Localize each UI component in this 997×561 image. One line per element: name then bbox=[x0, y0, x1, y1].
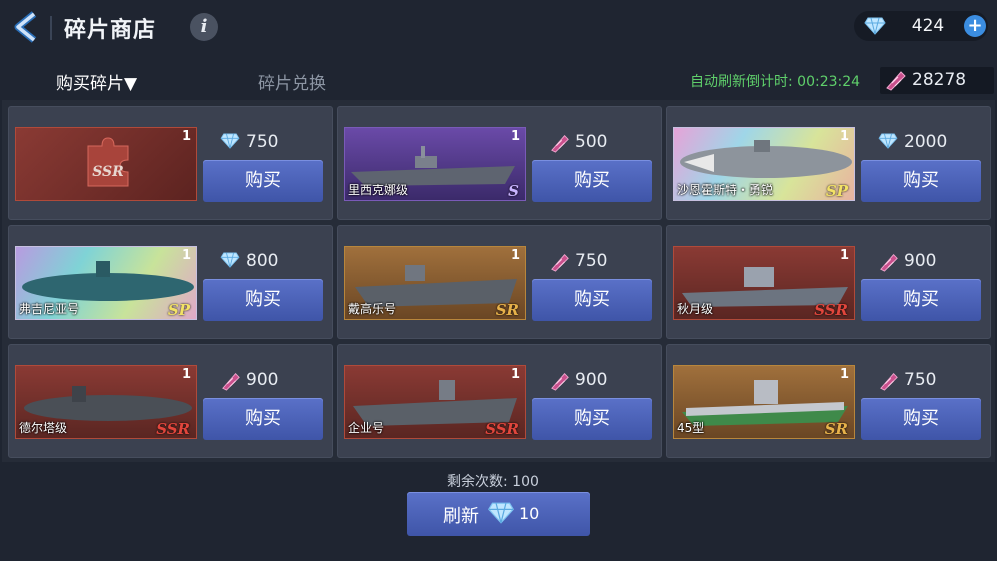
back-button[interactable] bbox=[10, 10, 44, 44]
add-diamond-button[interactable]: + bbox=[964, 15, 986, 37]
item-price: 750 bbox=[575, 251, 608, 271]
rank-badge: SR bbox=[495, 301, 519, 319]
remaining-refreshes: 剩余次数: 100 bbox=[447, 474, 539, 490]
item-thumbnail: 1 秋月级 SSR bbox=[673, 246, 855, 320]
fragment-icon bbox=[886, 71, 906, 91]
item-name: 德尔塔级 bbox=[19, 421, 68, 435]
diamond-balance: 424 + bbox=[854, 11, 988, 41]
refresh-countdown: 自动刷新倒计时: 00:23:24 bbox=[690, 74, 861, 90]
rank-badge: SP bbox=[167, 301, 190, 319]
fragment-icon bbox=[551, 373, 569, 391]
diamond-icon bbox=[220, 133, 240, 149]
rank-badge: SR bbox=[824, 420, 848, 438]
item-thumbnail: 1 弗吉尼亚号 SP bbox=[15, 246, 197, 320]
rank-badge: SSR bbox=[156, 420, 190, 438]
rank-badge: SSR bbox=[485, 420, 519, 438]
rank-badge: SP bbox=[825, 182, 848, 200]
item-thumbnail: 1 戴高乐号 SR bbox=[344, 246, 526, 320]
item-name: 秋月级 bbox=[677, 302, 714, 316]
fragment-icon bbox=[880, 373, 898, 391]
shop-item-card: 1 德尔塔级 SSR 900 购买 bbox=[8, 344, 333, 458]
buy-button[interactable]: 购买 bbox=[861, 160, 981, 202]
fragment-icon bbox=[222, 373, 240, 391]
refresh-cost: 10 bbox=[519, 504, 540, 523]
buy-button[interactable]: 购买 bbox=[532, 398, 652, 440]
shop-item-card: 1 弗吉尼亚号 SP 800 购买 bbox=[8, 225, 333, 339]
item-count: 1 bbox=[839, 129, 849, 144]
item-name: 里西克娜级 bbox=[348, 183, 409, 197]
buy-button[interactable]: 购买 bbox=[861, 398, 981, 440]
item-price: 750 bbox=[246, 132, 279, 152]
item-count: 1 bbox=[510, 367, 520, 382]
item-name: 企业号 bbox=[348, 421, 385, 435]
shop-item-card: 1 沙恩霍斯特・勇锐 SP 2000 购买 bbox=[666, 106, 991, 220]
item-count: 1 bbox=[839, 367, 849, 382]
refresh-button[interactable]: 刷新 10 bbox=[407, 492, 590, 536]
item-count: 1 bbox=[181, 367, 191, 382]
tab-exchange-fragments[interactable]: 碎片兑换 bbox=[258, 69, 326, 94]
buy-button[interactable]: 购买 bbox=[861, 279, 981, 321]
page-title: 碎片商店 bbox=[64, 18, 157, 43]
back-arrow-icon bbox=[14, 11, 37, 43]
fragment-count: 28278 bbox=[912, 70, 967, 90]
item-thumbnail: 1 德尔塔级 SSR bbox=[15, 365, 197, 439]
item-price: 900 bbox=[904, 251, 937, 271]
buy-button[interactable]: 购买 bbox=[203, 160, 323, 202]
top-bar: 碎片商店 i 424 + bbox=[0, 0, 997, 56]
item-price: 500 bbox=[575, 132, 608, 152]
item-count: 1 bbox=[839, 248, 849, 263]
item-name: 弗吉尼亚号 bbox=[19, 302, 80, 316]
shop-item-card: 1 戴高乐号 SR 750 购买 bbox=[337, 225, 662, 339]
item-price: 900 bbox=[246, 370, 279, 390]
buy-button[interactable]: 购买 bbox=[203, 279, 323, 321]
shop-item-card: 1 里西克娜级 S 500 购买 bbox=[337, 106, 662, 220]
item-thumbnail: SSR 1 bbox=[15, 127, 197, 201]
fragment-balance: 28278 bbox=[880, 67, 994, 94]
shop-grid: SSR 1 750 购买 1 里西克娜级 S 500 购买 1 沙恩霍斯特・勇锐… bbox=[2, 100, 995, 462]
rank-badge: S bbox=[508, 182, 519, 200]
fragment-icon bbox=[551, 135, 569, 153]
item-price: 800 bbox=[246, 251, 279, 271]
diamond-icon bbox=[220, 252, 240, 268]
shop-item-card: 1 45型 SR 750 购买 bbox=[666, 344, 991, 458]
item-price: 750 bbox=[904, 370, 937, 390]
shop-item-card: SSR 1 750 购买 bbox=[8, 106, 333, 220]
item-price: 900 bbox=[575, 370, 608, 390]
diamond-count: 424 bbox=[911, 16, 945, 36]
buy-button[interactable]: 购买 bbox=[532, 160, 652, 202]
shop-item-card: 1 企业号 SSR 900 购买 bbox=[337, 344, 662, 458]
buy-button[interactable]: 购买 bbox=[532, 279, 652, 321]
item-thumbnail: 1 企业号 SSR bbox=[344, 365, 526, 439]
buy-button[interactable]: 购买 bbox=[203, 398, 323, 440]
diamond-icon bbox=[878, 133, 898, 149]
shop-item-card: 1 秋月级 SSR 900 购买 bbox=[666, 225, 991, 339]
item-thumbnail: 1 沙恩霍斯特・勇锐 SP bbox=[673, 127, 855, 201]
item-count: 1 bbox=[181, 129, 191, 144]
fragment-icon bbox=[551, 254, 569, 272]
item-price: 2000 bbox=[904, 132, 948, 152]
fragment-icon bbox=[880, 254, 898, 272]
tab-buy-fragments[interactable]: 购买碎片▼ bbox=[56, 69, 137, 94]
item-count: 1 bbox=[181, 248, 191, 263]
item-count: 1 bbox=[510, 129, 520, 144]
item-thumbnail: 1 里西克娜级 S bbox=[344, 127, 526, 201]
item-name: 45型 bbox=[677, 421, 705, 435]
info-button[interactable]: i bbox=[190, 13, 218, 41]
item-name: 沙恩霍斯特・勇锐 bbox=[677, 183, 774, 197]
rank-badge: SSR bbox=[814, 301, 848, 319]
item-thumbnail: 1 45型 SR bbox=[673, 365, 855, 439]
item-name: 戴高乐号 bbox=[348, 302, 397, 316]
item-count: 1 bbox=[510, 248, 520, 263]
diamond-icon bbox=[488, 502, 514, 524]
refresh-label: 刷新 bbox=[443, 506, 479, 527]
divider bbox=[50, 16, 52, 40]
ssr-fragment-icon: SSR bbox=[87, 137, 129, 187]
svg-text:SSR: SSR bbox=[92, 164, 124, 180]
diamond-icon bbox=[864, 17, 886, 35]
